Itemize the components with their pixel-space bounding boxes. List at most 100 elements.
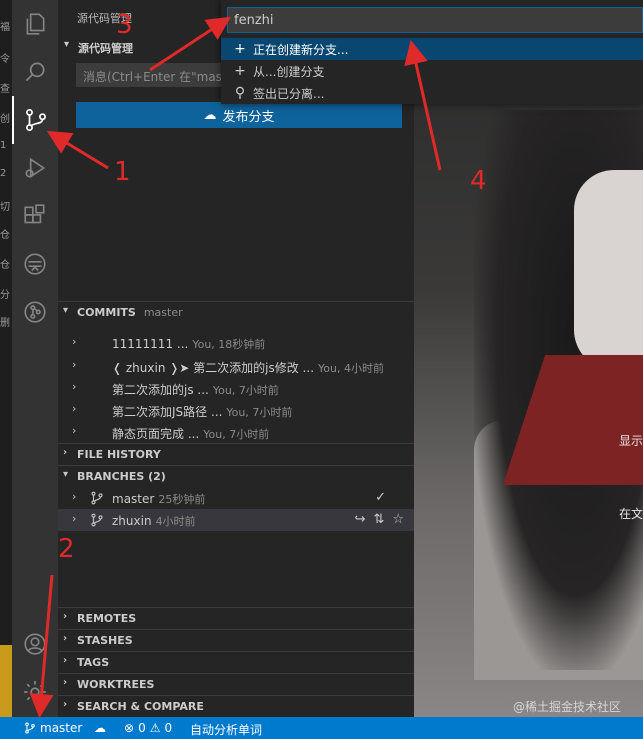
file-history-section-header[interactable]: › FILE HISTORY [58,443,414,465]
search-compare-section-header[interactable]: › SEARCH & COMPARE [58,695,414,717]
branch-name: master [112,492,155,506]
compare-icon[interactable]: ⇅ [373,512,384,527]
remote-explorer-icon[interactable] [12,240,58,288]
annotation-number: 1 [114,157,131,187]
stashes-section-header[interactable]: › STASHES [58,629,414,651]
switch-branch-icon[interactable]: ↪ [355,512,366,527]
commit-row[interactable]: › ❬ zhuxin ❭➤ 第二次添加的js修改 ... You, 4小时前 [58,355,414,377]
commits-label: COMMITS [77,306,136,319]
search-compare-label: SEARCH & COMPARE [77,700,204,713]
chevron-right-icon: › [72,490,77,503]
peek-text: 显示 [618,434,643,448]
editor-background: 显示 在文 @稀土掘金技术社区 [414,0,643,717]
gitlens-icon[interactable] [12,288,58,336]
star-icon[interactable]: ☆ [392,512,404,527]
commits-branch: master [143,306,183,319]
activity-bar [12,0,58,717]
publish-branch-label: 发布分支 [222,109,275,125]
chevron-right-icon: › [72,402,77,415]
chevron-right-icon: › [63,699,68,710]
chevron-down-icon: ▾ [63,305,69,316]
strip-char: 仓 [0,230,10,241]
remotes-section-header[interactable]: › REMOTES [58,607,414,629]
chevron-right-icon: › [63,677,68,688]
source-control-sidebar: 源代码管理 ▾ 源代码管理 消息(Ctrl+Enter 在"master"提交)… [58,0,414,717]
branch-time: 25秒钟前 [158,493,206,506]
git-branch-icon [90,491,104,508]
commit-message: 第二次添加JS路径 ... [112,405,223,419]
strip-char: 令 [0,54,10,65]
chevron-right-icon: › [72,358,77,371]
stashes-label: STASHES [77,634,133,647]
check-icon: ✓ [375,490,386,505]
tags-label: TAGS [77,656,110,669]
annotation-number: 3 [116,10,133,40]
run-debug-icon[interactable] [12,144,58,192]
commit-row[interactable]: › 第二次添加的js ... You, 7小时前 [58,377,414,399]
quick-item-create-branch[interactable]: + 正在创建新分支... [221,38,643,60]
strip-char: 删 [0,318,10,329]
peek-text: 在文 [618,507,643,521]
quick-input-field[interactable] [227,7,643,33]
commit-message: 静态页面完成 ... [112,427,200,441]
annotation-number: 2 [58,534,75,564]
branch-name: zhuxin [112,514,152,528]
file-history-label: FILE HISTORY [77,448,161,461]
commits-section-header[interactable]: ▾ COMMITS master [58,301,414,323]
strip-char: 查 [0,84,10,95]
chevron-right-icon: › [72,380,77,393]
worktrees-section-header[interactable]: › WORKTREES [58,673,414,695]
status-bar: master ☁ ⊗ 0 ⚠ 0 自动分析单词 [0,717,643,739]
chevron-down-icon: ▾ [64,39,70,50]
annotation-number: 4 [470,166,487,196]
detach-icon: ⚲ [234,85,246,101]
strip-char: 创 [0,114,10,125]
status-branch[interactable]: master [24,721,82,735]
chevron-right-icon: › [72,335,77,348]
plus-icon: + [234,63,246,79]
branch-row-master[interactable]: › master 25秒钟前 ✓ [58,487,414,509]
error-icon: ⊗ [124,721,135,735]
branch-row-zhuxin[interactable]: › zhuxin 4小时前 ↪ ⇅ ☆ [58,509,414,531]
commit-row[interactable]: › 11111111 ... You, 18秒钟前 [58,332,414,354]
commit-meta: You, 7小时前 [212,384,279,397]
quick-item-create-from[interactable]: + 从...创建分支 [221,60,643,82]
commit-meta: You, 7小时前 [203,428,270,441]
chevron-right-icon: › [72,424,77,437]
quick-item-label: 签出已分离... [253,86,325,101]
commit-message: 11111111 ... [112,337,189,351]
account-icon[interactable] [12,620,58,668]
tags-section-header[interactable]: › TAGS [58,651,414,673]
explorer-icon[interactable] [12,0,58,48]
commit-meta: You, 4小时前 [318,362,384,375]
chevron-down-icon: ▾ [63,469,69,480]
strip-char: 仓 [0,260,10,271]
background-window-strip: 福 令 查 创 1 2 切 仓 仓 分 删 [0,0,12,717]
quick-item-label: 正在创建新分支... [253,42,349,57]
quick-item-label: 从...创建分支 [253,64,325,79]
publish-branch-button[interactable]: ☁ 发布分支 [76,102,402,128]
settings-gear-icon[interactable] [12,668,58,716]
commit-row[interactable]: › 静态页面完成 ... You, 7小时前 [58,421,414,443]
commit-meta: You, 18秒钟前 [192,338,266,351]
source-control-icon[interactable] [12,96,58,144]
strip-char: 福 [0,22,10,33]
branches-section-header[interactable]: ▾ BRANCHES (2) [58,465,414,487]
worktrees-label: WORKTREES [77,678,155,691]
branches-label: BRANCHES (2) [77,470,166,483]
warning-count: 0 [164,721,173,735]
quick-item-checkout-detached[interactable]: ⚲ 签出已分离... [221,82,643,104]
status-extra[interactable]: 自动分析单词 [190,721,262,738]
extensions-icon[interactable] [12,192,58,240]
branch-time: 4小时前 [155,515,196,528]
status-problems[interactable]: ⊗ 0 ⚠ 0 [124,721,172,735]
status-branch-name: master [40,721,83,735]
quick-input-widget: + 正在创建新分支... + 从...创建分支 ⚲ 签出已分离... [221,0,643,104]
bg-face [574,170,643,370]
commit-row[interactable]: › 第二次添加JS路径 ... You, 7小时前 [58,399,414,421]
search-icon[interactable] [12,48,58,96]
scm-section-label: 源代码管理 [78,42,133,55]
cloud-upload-icon: ☁ [203,107,217,123]
watermark: @稀土掘金技术社区 [512,700,621,714]
status-publish[interactable]: ☁ [94,721,106,735]
